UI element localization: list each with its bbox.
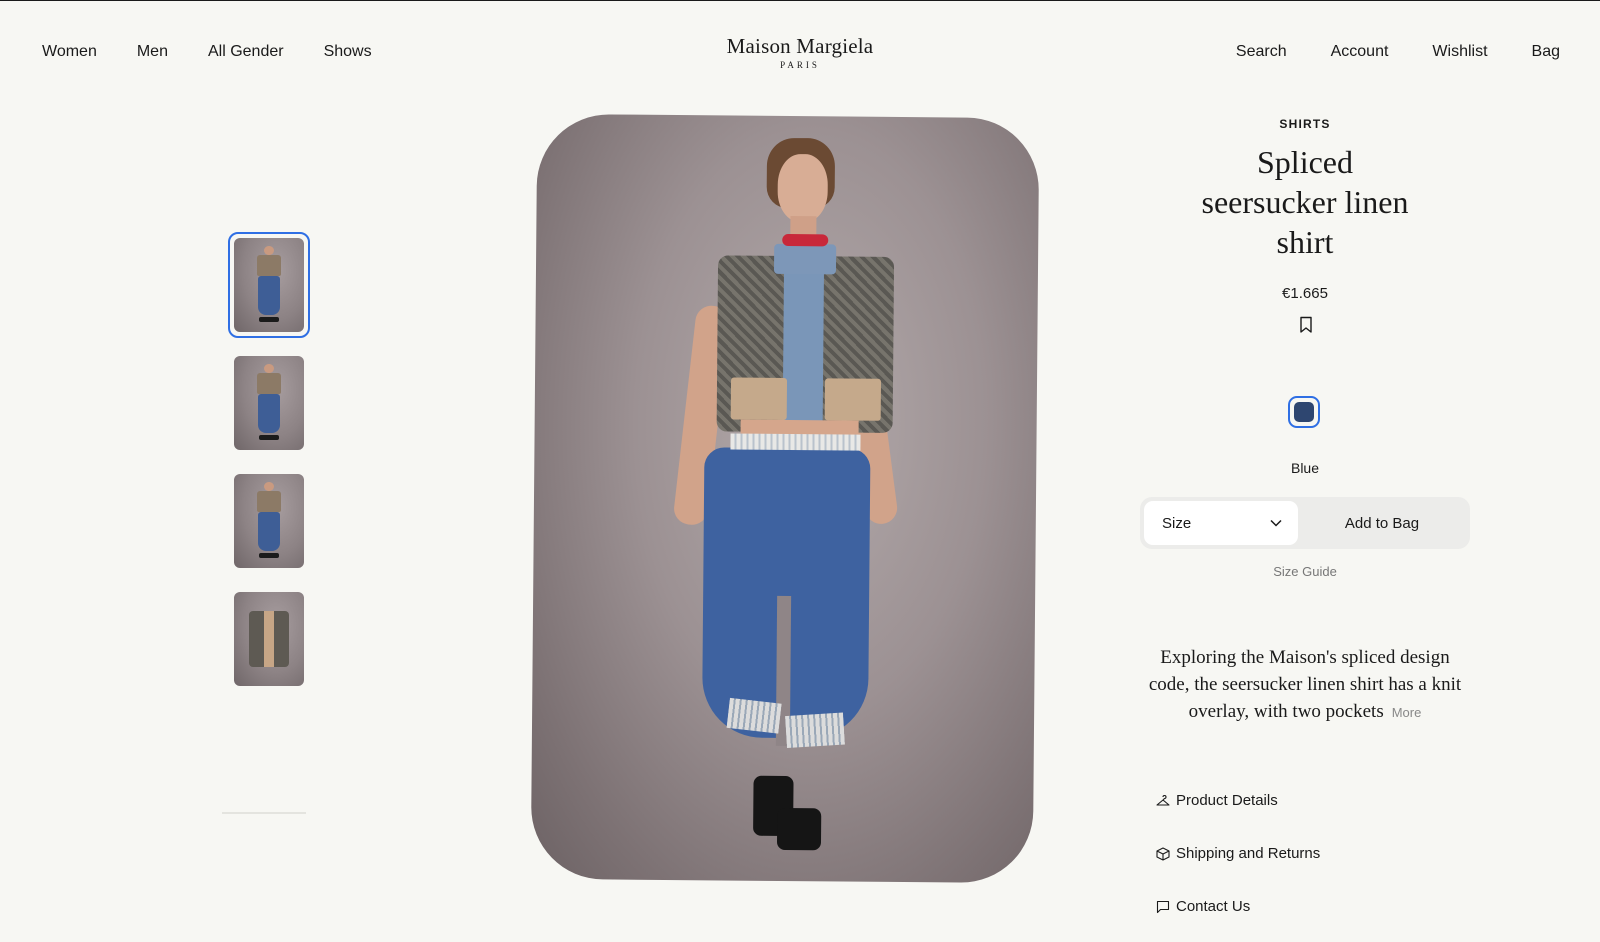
thumbnail-image (234, 592, 304, 686)
brand-sub: PARIS (780, 60, 820, 70)
brand-logo[interactable]: Maison Margiela PARIS (700, 34, 900, 70)
thumbnail-image (234, 474, 304, 568)
thumbnail-front-view[interactable] (228, 232, 310, 338)
nav-all-gender[interactable]: All Gender (208, 43, 284, 61)
main-product-image[interactable] (530, 113, 1040, 884)
product-title: Spliced seersucker linen shirt (1201, 144, 1409, 260)
box-icon (1156, 846, 1170, 861)
thumbnail-divider (222, 812, 306, 814)
nav-men[interactable]: Men (137, 43, 168, 61)
thumbnail-side-walk-view[interactable] (228, 468, 310, 574)
top-border (0, 0, 1600, 1)
color-swatch-blue[interactable] (1288, 396, 1320, 428)
accordion-product-details[interactable]: Product Details (1156, 792, 1278, 809)
nav-account[interactable]: Account (1331, 43, 1389, 61)
product-category: SHIRTS (1279, 117, 1331, 131)
thumbnail-image (234, 238, 304, 332)
purchase-bar: Size Add to Bag (1140, 497, 1470, 549)
size-guide-link[interactable]: Size Guide (1140, 564, 1470, 579)
thumbnail-image (234, 356, 304, 450)
size-dropdown[interactable]: Size (1144, 501, 1298, 545)
thumbnail-list (228, 232, 310, 692)
accordion-shipping-returns[interactable]: Shipping and Returns (1156, 845, 1320, 862)
description-more-link[interactable]: More (1392, 705, 1422, 720)
nav-shows[interactable]: Shows (324, 43, 372, 61)
nav-search[interactable]: Search (1236, 43, 1287, 61)
nav-bag[interactable]: Bag (1532, 43, 1560, 61)
accordion-label: Contact Us (1176, 898, 1251, 915)
accordion-label: Shipping and Returns (1176, 845, 1321, 862)
thumbnail-flat-lay-view[interactable] (228, 586, 310, 692)
color-name: Blue (1290, 460, 1320, 476)
nav-women[interactable]: Women (42, 43, 97, 61)
primary-nav: Women Men All Gender Shows (42, 43, 372, 61)
product-price: €1.665 (1282, 285, 1328, 302)
accordion-label: Product Details (1176, 792, 1278, 809)
accordion-contact-us[interactable]: Contact Us (1156, 898, 1250, 915)
chevron-down-icon (1270, 519, 1282, 527)
bookmark-icon[interactable] (1299, 316, 1313, 334)
nav-wishlist[interactable]: Wishlist (1432, 43, 1487, 61)
size-dropdown-label: Size (1162, 514, 1192, 532)
hanger-icon (1156, 794, 1170, 806)
add-to-bag-button[interactable]: Add to Bag (1298, 515, 1466, 532)
thumbnail-side-view[interactable] (228, 350, 310, 456)
color-swatch-fill (1294, 402, 1314, 422)
brand-name: Maison Margiela (726, 34, 874, 58)
chat-icon (1156, 900, 1170, 913)
product-description: Exploring the Maison's spliced design co… (1140, 644, 1470, 726)
utility-nav: Search Account Wishlist Bag (1236, 43, 1560, 61)
